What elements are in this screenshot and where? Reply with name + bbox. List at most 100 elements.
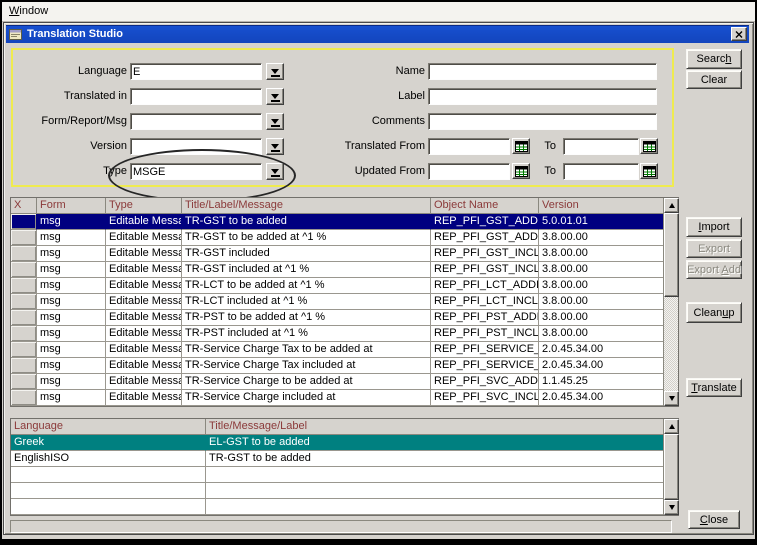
table-row[interactable] (11, 483, 663, 499)
row-selector[interactable] (11, 310, 37, 326)
table-cell[interactable]: Editable Message (106, 310, 182, 326)
close-button[interactable]: Close (688, 510, 740, 529)
table-cell[interactable] (206, 499, 663, 515)
table-cell[interactable]: TR-Service Charge Tax included at (182, 358, 431, 374)
table-cell[interactable]: 2.0.45.34.00 (539, 358, 663, 374)
table-cell[interactable]: 3.8.00.00 (539, 262, 663, 278)
row-selector[interactable] (11, 262, 37, 278)
translated-to-input[interactable] (563, 138, 639, 155)
table-cell[interactable]: TR-PST to be added at ^1 % (182, 310, 431, 326)
table-cell[interactable]: msg (37, 294, 106, 310)
row-selector[interactable] (11, 246, 37, 262)
table-cell[interactable]: REP_PFI_SVC_INCLUDE (431, 390, 539, 406)
table-cell[interactable]: TR-GST included (182, 246, 431, 262)
name-input[interactable] (428, 63, 657, 80)
table-cell[interactable]: 3.8.00.00 (539, 310, 663, 326)
table-row[interactable]: msgEditable MessageTR-GST to be addedREP… (11, 214, 663, 230)
version-lov-button[interactable] (266, 138, 284, 155)
table-cell[interactable]: Editable Message (106, 326, 182, 342)
table-cell[interactable]: TR-Service Charge included at (182, 390, 431, 406)
type-input[interactable] (130, 163, 262, 180)
table-cell[interactable]: Editable Message (106, 342, 182, 358)
table-cell[interactable]: EnglishISO (11, 451, 206, 467)
table-cell[interactable] (11, 499, 206, 515)
scroll-up-icon[interactable] (664, 419, 679, 434)
table-cell[interactable]: msg (37, 214, 106, 230)
table-cell[interactable]: msg (37, 246, 106, 262)
table-cell[interactable]: REP_PFI_LCT_ADDED (431, 278, 539, 294)
table-row[interactable]: msgEditable MessageTR-LCT included at ^1… (11, 294, 663, 310)
table-cell[interactable] (206, 467, 663, 483)
translated-from-input[interactable] (428, 138, 510, 155)
table-cell[interactable]: TR-LCT to be added at ^1 % (182, 278, 431, 294)
table-row[interactable]: msgEditable MessageTR-Service Charge Tax… (11, 358, 663, 374)
table-row[interactable]: msgEditable MessageTR-Service Charge Tax… (11, 342, 663, 358)
scroll-up-icon[interactable] (664, 198, 679, 213)
table-cell[interactable]: 3.8.00.00 (539, 326, 663, 342)
table-cell[interactable]: msg (37, 262, 106, 278)
table-cell[interactable]: 1.1.45.25 (539, 374, 663, 390)
table-row[interactable]: msgEditable MessageTR-LCT to be added at… (11, 278, 663, 294)
table-cell[interactable]: TR-GST included at ^1 % (182, 262, 431, 278)
form-report-msg-input[interactable] (130, 113, 262, 130)
table-row[interactable] (11, 467, 663, 483)
table-cell[interactable]: TR-LCT included at ^1 % (182, 294, 431, 310)
table-cell[interactable]: EL-GST to be added (206, 435, 663, 451)
table-cell[interactable]: Editable Message (106, 390, 182, 406)
table-cell[interactable]: TR-Service Charge Tax to be added at (182, 342, 431, 358)
table-cell[interactable]: REP_PFI_SERVICE_TAX_ (431, 358, 539, 374)
table-cell[interactable]: Editable Message (106, 214, 182, 230)
language-lov-button[interactable] (266, 63, 284, 80)
translated-in-lov-button[interactable] (266, 88, 284, 105)
table-cell[interactable]: 2.0.45.34.00 (539, 390, 663, 406)
close-icon[interactable] (731, 27, 747, 41)
language-input[interactable] (130, 63, 262, 80)
table-row[interactable]: msgEditable MessageTR-Service Charge to … (11, 374, 663, 390)
row-selector[interactable] (11, 214, 37, 230)
table-cell[interactable]: REP_PFI_SVC_ADDED (431, 374, 539, 390)
table-cell[interactable]: REP_PFI_GST_ADDED_P (431, 230, 539, 246)
clear-button[interactable]: Clear (686, 70, 742, 89)
translate-button[interactable]: Translate (686, 378, 742, 397)
scrollbar-thumb[interactable] (664, 213, 679, 297)
table-cell[interactable]: msg (37, 326, 106, 342)
table-cell[interactable]: msg (37, 278, 106, 294)
table-row[interactable]: msgEditable MessageTR-Service Charge inc… (11, 390, 663, 406)
table-cell[interactable]: TR-GST to be added (206, 451, 663, 467)
table-row[interactable]: msgEditable MessageTR-PST to be added at… (11, 310, 663, 326)
table-row[interactable]: GreekEL-GST to be added (11, 435, 663, 451)
table-cell[interactable]: msg (37, 358, 106, 374)
translated-in-input[interactable] (130, 88, 262, 105)
table-cell[interactable]: REP_PFI_GST_INCLUDE (431, 246, 539, 262)
table-cell[interactable]: Editable Message (106, 358, 182, 374)
table-cell[interactable]: TR-Service Charge to be added at (182, 374, 431, 390)
table-cell[interactable]: 3.8.00.00 (539, 230, 663, 246)
table-cell[interactable]: msg (37, 230, 106, 246)
table-cell[interactable]: msg (37, 342, 106, 358)
import-button[interactable]: Import (686, 217, 742, 237)
label-input[interactable] (428, 88, 657, 105)
table-row[interactable]: msgEditable MessageTR-GST includedREP_PF… (11, 246, 663, 262)
table-cell[interactable]: TR-PST included at ^1 % (182, 326, 431, 342)
table-cell[interactable]: REP_PFI_GST_ADDED (431, 214, 539, 230)
table-cell[interactable]: REP_PFI_PST_ADDED (431, 310, 539, 326)
table-cell[interactable]: REP_PFI_PST_INCLUDE (431, 326, 539, 342)
table-cell[interactable]: Editable Message (106, 246, 182, 262)
table-cell[interactable] (206, 483, 663, 499)
table-cell[interactable]: Editable Message (106, 230, 182, 246)
table-cell[interactable]: 3.8.00.00 (539, 278, 663, 294)
row-selector[interactable] (11, 390, 37, 406)
type-lov-button[interactable] (266, 163, 284, 180)
comments-input[interactable] (428, 113, 657, 130)
table-cell[interactable]: TR-GST to be added at ^1 % (182, 230, 431, 246)
table-cell[interactable]: Editable Message (106, 278, 182, 294)
scrollbar-thumb[interactable] (664, 434, 679, 500)
scroll-down-icon[interactable] (664, 391, 679, 406)
table-cell[interactable]: Editable Message (106, 294, 182, 310)
table-cell[interactable]: msg (37, 374, 106, 390)
table-cell[interactable] (11, 483, 206, 499)
table-cell[interactable]: Greek (11, 435, 206, 451)
table-cell[interactable]: Editable Message (106, 374, 182, 390)
updated-from-input[interactable] (428, 163, 510, 180)
table-cell[interactable]: 3.8.00.00 (539, 294, 663, 310)
